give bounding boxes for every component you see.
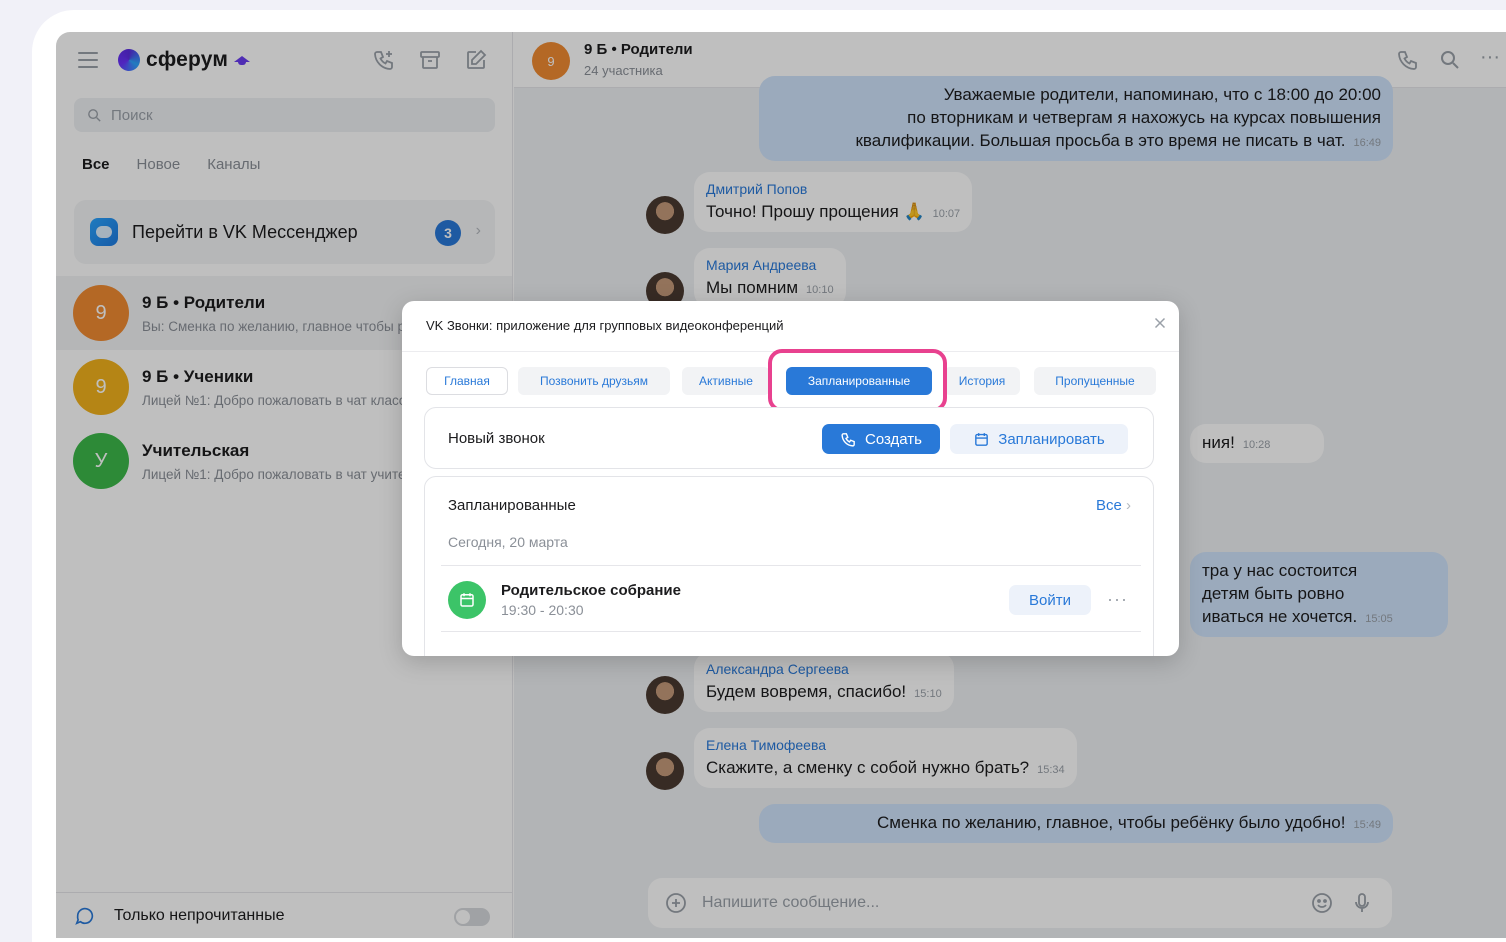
modal-title: VK Звонки: приложение для групповых виде… (426, 318, 784, 333)
create-call-button[interactable]: Создать (822, 424, 940, 454)
join-meeting-button[interactable]: Войти (1009, 585, 1091, 615)
chevron-right-icon: › (1126, 497, 1131, 514)
create-call-label: Создать (864, 430, 922, 448)
meeting-name[interactable]: Родительское собрание (501, 582, 681, 599)
phone-icon (841, 432, 855, 447)
meeting-time: 19:30 - 20:30 (501, 602, 584, 618)
schedule-call-button[interactable]: Запланировать (950, 424, 1128, 454)
new-call-label: Новый звонок (448, 430, 545, 447)
calendar-icon (975, 432, 989, 446)
date-header: Сегодня, 20 марта (448, 534, 568, 550)
new-call-card: Новый звонок Создать Запланировать (424, 407, 1154, 469)
meeting-calendar-icon (448, 581, 486, 619)
vk-calls-modal: VK Звонки: приложение для групповых виде… (402, 301, 1179, 656)
scheduled-card: Запланированные Все › Сегодня, 20 марта … (424, 476, 1154, 656)
more-options-icon[interactable]: ··· (1107, 589, 1128, 610)
tab-highlight-annotation (768, 349, 947, 412)
tab-call-friends[interactable]: Позвонить друзьям (518, 367, 670, 395)
all-scheduled-label: Все (1095, 497, 1122, 514)
scheduled-title: Запланированные (448, 497, 576, 514)
close-icon[interactable] (1151, 314, 1169, 332)
tab-missed[interactable]: Пропущенные (1034, 367, 1156, 395)
tab-home[interactable]: Главная (426, 367, 508, 395)
divider (441, 565, 1141, 566)
all-scheduled-link[interactable]: Все › (1096, 497, 1131, 514)
tab-active[interactable]: Активные (682, 367, 770, 395)
schedule-call-label: Запланировать (998, 430, 1105, 448)
tab-history[interactable]: История (944, 367, 1020, 395)
divider (441, 631, 1141, 632)
